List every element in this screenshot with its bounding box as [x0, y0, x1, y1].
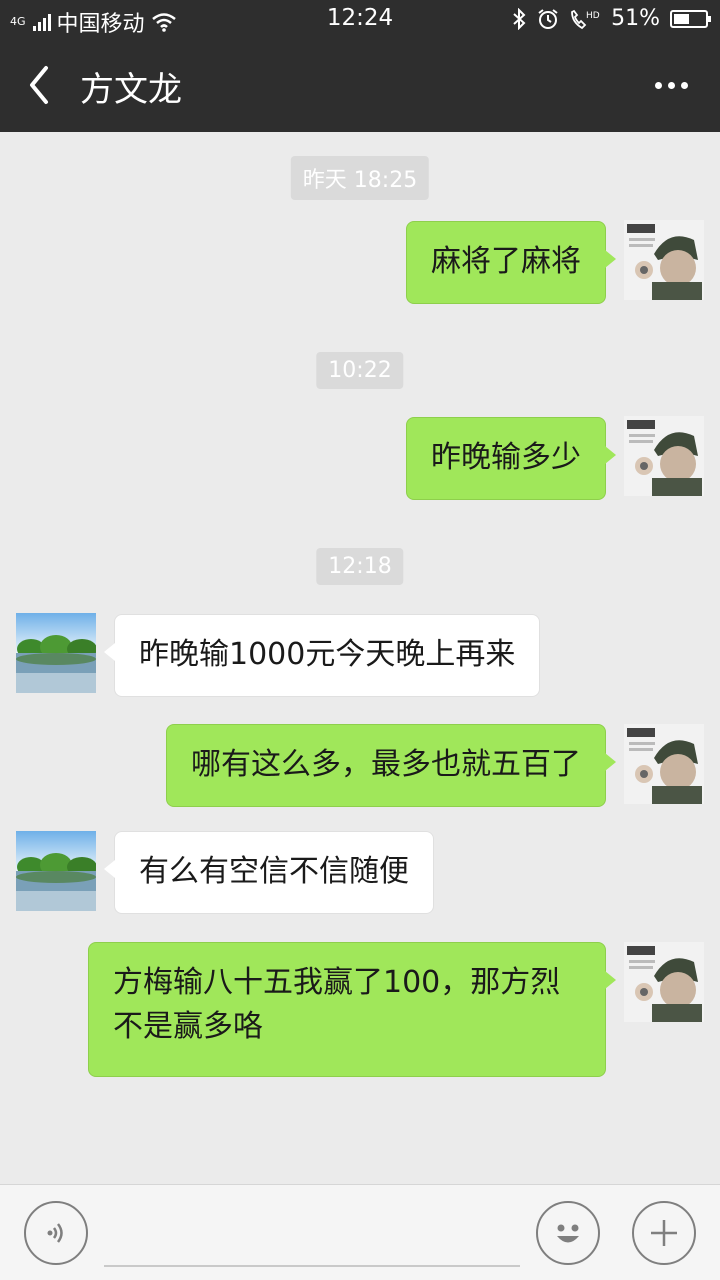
status-bar: 4G 中国移动 12:24 HD 51% [0, 0, 720, 38]
chat-title: 方文龙 [80, 70, 182, 110]
message-text: 麻将了麻将 [431, 244, 581, 279]
chat-area[interactable]: 昨天 18:25 麻将了麻将 10:22 昨晚输多少 12:18 昨晚输1000… [0, 132, 720, 1184]
message-input[interactable] [104, 1205, 520, 1267]
timestamp: 昨天 18:25 [290, 156, 430, 200]
message-bubble-sent[interactable]: 麻将了麻将 [406, 221, 616, 304]
battery-percent: 51% [611, 6, 660, 31]
add-button[interactable] [632, 1201, 696, 1265]
my-avatar[interactable] [624, 942, 704, 1022]
emoji-icon [557, 1224, 579, 1243]
timestamp: 10:22 [316, 352, 404, 389]
message-bubble-received[interactable]: 昨晚输1000元今天晚上再来 [103, 614, 541, 697]
hd-call-icon: HD [571, 9, 600, 29]
battery-icon [670, 9, 711, 28]
message-bubble-received[interactable]: 有么有空信不信随便 [104, 831, 434, 914]
contact-avatar[interactable] [16, 831, 96, 911]
more-button[interactable] [646, 60, 696, 110]
voice-button[interactable] [24, 1201, 88, 1265]
emoji-button[interactable] [536, 1201, 600, 1265]
message-bubble-sent[interactable]: 哪有这么多，最多也就五百了 [166, 724, 616, 807]
voice-icon [47, 1223, 63, 1243]
my-avatar[interactable] [624, 724, 704, 804]
contact-avatar[interactable] [16, 613, 96, 693]
svg-text:HD: HD [586, 11, 600, 21]
plus-icon [651, 1220, 677, 1246]
back-button[interactable] [18, 60, 66, 110]
alarm-icon [538, 8, 558, 29]
bluetooth-icon [513, 7, 526, 30]
message-text: 哪有这么多，最多也就五百了 [191, 747, 581, 782]
nav-bar: 方文龙 [0, 38, 720, 132]
chevron-left-icon [30, 66, 48, 104]
my-avatar[interactable] [624, 220, 704, 300]
more-dots-icon [654, 81, 662, 89]
message-text: 昨晚输多少 [431, 440, 581, 475]
message-bubble-sent[interactable]: 方梅输八十五我赢了100，那方烈不是赢多咯 [88, 942, 616, 1077]
message-text: 昨晚输1000元今天晚上再来 [139, 637, 516, 672]
input-bar [0, 1184, 720, 1280]
message-text: 有么有空信不信随便 [139, 854, 409, 889]
message-text: 方梅输八十五我赢了100，那方烈不是赢多咯 [113, 965, 561, 1044]
battery-level [674, 13, 689, 24]
timestamp: 12:18 [316, 548, 404, 585]
my-avatar[interactable] [624, 416, 704, 496]
message-bubble-sent[interactable]: 昨晚输多少 [406, 417, 616, 500]
